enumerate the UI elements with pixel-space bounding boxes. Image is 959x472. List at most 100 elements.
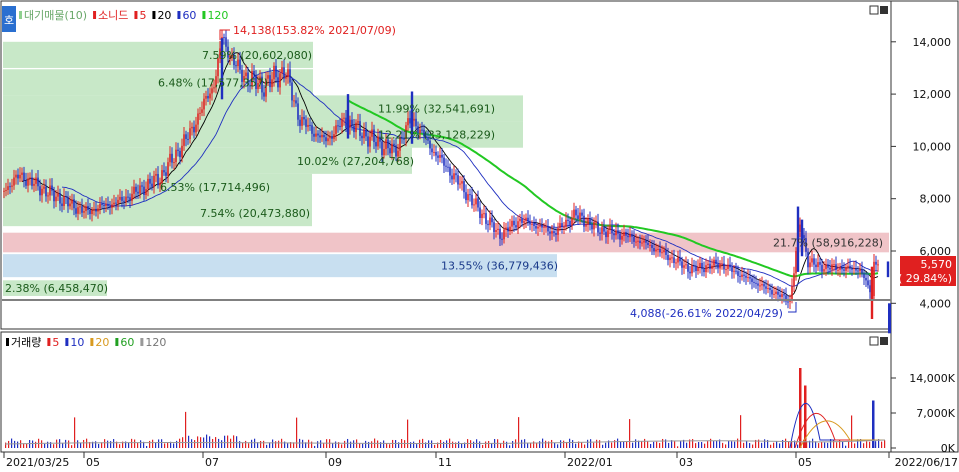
volume-bar — [590, 439, 592, 448]
candle-body — [863, 273, 865, 278]
candle-body — [309, 124, 311, 126]
candle-body — [43, 186, 45, 189]
date-tick-label: 09 — [328, 456, 342, 468]
candle-body — [555, 233, 557, 235]
volume-bar — [413, 441, 415, 448]
candle-body — [67, 197, 69, 207]
volume-bar — [275, 441, 277, 448]
volume-bar — [44, 443, 46, 448]
volume-bar — [17, 441, 19, 448]
candle-body — [533, 223, 535, 226]
restore-button[interactable] — [869, 5, 879, 15]
candle-body — [753, 281, 755, 283]
legend-label[interactable]: 20 — [157, 9, 171, 22]
candle-body — [845, 266, 847, 271]
candle-body — [291, 82, 293, 101]
candle-body — [15, 174, 17, 178]
candle-body — [791, 286, 793, 300]
candle-body — [827, 264, 829, 268]
candle-body — [565, 219, 567, 227]
legend-label[interactable]: 5 — [52, 336, 59, 349]
candle-body — [349, 119, 351, 128]
candle-body — [365, 129, 367, 137]
legend-label[interactable]: 5 — [139, 9, 146, 22]
candle-body — [567, 219, 569, 221]
candle-body — [613, 233, 615, 236]
volume-bar — [68, 440, 70, 448]
candle-body — [703, 269, 705, 273]
volume-restore-button[interactable] — [869, 336, 879, 346]
candle-body — [317, 133, 319, 136]
candle-body — [867, 280, 869, 286]
candle-body — [119, 196, 121, 200]
volume-bar — [302, 439, 304, 448]
volume-bar — [482, 444, 484, 448]
volume-bar — [263, 440, 265, 448]
legend-label[interactable]: 120 — [145, 336, 166, 349]
candle-body — [279, 73, 281, 88]
volume-maximize-button[interactable] — [880, 337, 888, 345]
legend-label[interactable]: 대기매물(10) — [24, 9, 87, 22]
candle-body — [173, 162, 175, 164]
candle-body — [575, 209, 577, 216]
candle-body — [445, 165, 447, 167]
candle-body — [691, 265, 693, 274]
volume-bar — [884, 440, 886, 448]
volume-bar — [569, 438, 571, 448]
legend-label[interactable]: 60 — [120, 336, 134, 349]
legend-label[interactable]: 10 — [70, 336, 84, 349]
volume-bar — [266, 444, 268, 448]
volume-bar — [707, 441, 709, 448]
candle-body — [335, 125, 337, 135]
volume-bar — [854, 443, 856, 448]
candle-body — [367, 136, 369, 147]
volume-bar — [674, 441, 676, 448]
candle-body — [25, 180, 27, 186]
candle-body — [515, 225, 517, 228]
candle-body — [179, 150, 181, 158]
volume-bar — [320, 440, 322, 448]
volume-bar — [662, 438, 664, 448]
legend-label[interactable]: 거래량 — [11, 336, 41, 349]
candle-body — [281, 67, 283, 74]
volume-bar — [335, 441, 337, 448]
candle-body — [673, 257, 675, 263]
candle-body — [663, 250, 665, 253]
candle-body — [75, 208, 77, 214]
volume-bar — [869, 441, 871, 448]
legend-label[interactable]: 소니드 — [98, 9, 128, 22]
volume-bar — [311, 441, 313, 448]
volume-bar — [605, 442, 607, 448]
candle-body — [115, 202, 117, 204]
maximize-button[interactable] — [880, 6, 888, 14]
candle-body — [551, 231, 553, 234]
volume-bar — [572, 440, 574, 448]
volume-profile-band — [3, 232, 889, 253]
legend-label[interactable]: 20 — [95, 336, 109, 349]
volume-bar — [140, 440, 142, 448]
date-tick-label: 07 — [205, 456, 219, 468]
candle-body — [163, 170, 165, 173]
stock-chart: 호 대기매물(10) 소니드 5 20 60 120 거래량 5 10 20 60 120 14,1… — [0, 0, 959, 469]
volume-bar — [5, 442, 7, 448]
candle-body — [875, 261, 877, 265]
candle-body — [709, 263, 711, 269]
candle-body — [123, 200, 125, 202]
legend-label[interactable]: 60 — [182, 9, 196, 22]
candle-body — [57, 193, 59, 197]
candle-body — [9, 186, 11, 188]
volume-bar — [254, 438, 256, 448]
volume-bar — [509, 445, 511, 448]
volume-bar — [308, 439, 310, 448]
candle-body — [11, 185, 13, 187]
candle-body — [135, 186, 137, 192]
legend-label[interactable]: 120 — [207, 9, 228, 22]
volume-bar — [149, 440, 151, 448]
volume-bar — [521, 439, 523, 448]
candle-body — [71, 199, 73, 204]
candle-body — [483, 213, 485, 215]
candle-body — [373, 129, 375, 143]
volume-bar — [218, 438, 220, 448]
volume-bar — [563, 440, 565, 448]
candle-body — [787, 301, 789, 303]
